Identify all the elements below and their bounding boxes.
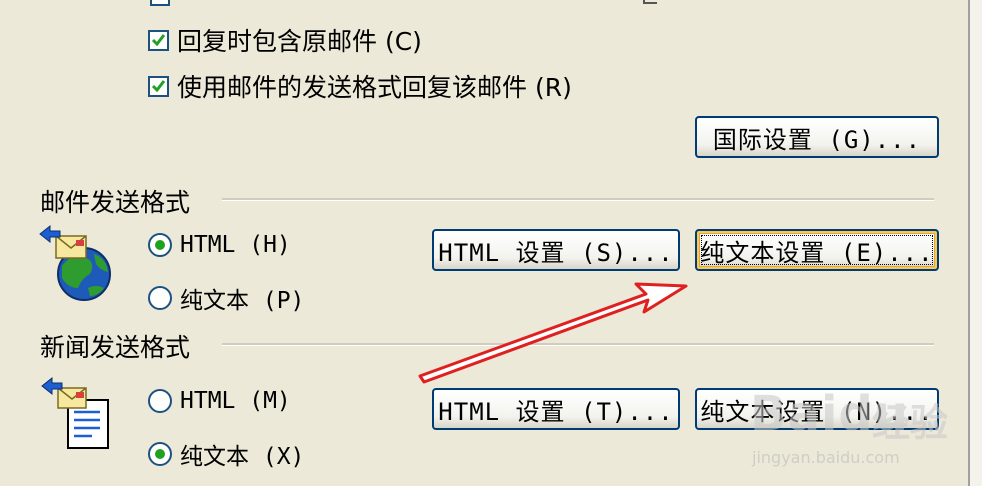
international-settings-label: 国际设置 (G)...: [712, 125, 922, 154]
mail-html-settings-label: HTML 设置 (S)...: [438, 238, 674, 267]
news-plaintext-settings-button[interactable]: 纯文本设置 (N)...: [695, 388, 939, 430]
include-original-label: 回复时包含原邮件 (C): [177, 27, 422, 56]
news-format-title: 新闻发送格式: [40, 333, 191, 362]
news-html-settings-button[interactable]: HTML 设置 (T)...: [432, 388, 680, 430]
news-plaintext-option[interactable]: 纯文本 (X): [148, 437, 304, 471]
clipped-control-edge: [643, 0, 657, 4]
news-html-radio[interactable]: [148, 389, 172, 413]
mail-format-title: 邮件发送格式: [40, 188, 191, 217]
mail-plaintext-settings-label: 纯文本设置 (E)...: [700, 238, 934, 267]
mail-html-settings-button[interactable]: HTML 设置 (S)...: [432, 229, 680, 271]
include-original-checkbox[interactable]: [148, 29, 169, 51]
mail-plaintext-radio[interactable]: [148, 286, 172, 310]
mail-format-divider: [222, 198, 934, 201]
reply-same-format-label: 使用邮件的发送格式回复该邮件 (R): [177, 73, 572, 102]
mail-plaintext-settings-button[interactable]: 纯文本设置 (E)...: [695, 229, 939, 271]
mail-plaintext-label: 纯文本 (P): [180, 288, 305, 314]
news-html-option[interactable]: HTML (M): [148, 388, 291, 414]
news-document-icon: [40, 374, 116, 454]
reply-same-format-option[interactable]: 使用邮件的发送格式回复该邮件 (R): [148, 68, 572, 104]
radio-selected-dot: [155, 449, 165, 459]
checkmark-icon: [151, 33, 166, 46]
news-html-label: HTML (M): [180, 388, 291, 414]
reply-same-format-checkbox[interactable]: [148, 75, 169, 97]
news-html-settings-label: HTML 设置 (T)...: [438, 397, 674, 426]
include-original-option[interactable]: 回复时包含原邮件 (C): [148, 22, 422, 58]
background-strip: [970, 0, 982, 486]
mail-html-option[interactable]: HTML (H): [148, 232, 291, 258]
radio-selected-dot: [155, 240, 165, 250]
mail-html-radio[interactable]: [148, 233, 172, 257]
international-settings-button[interactable]: 国际设置 (G)...: [695, 116, 939, 158]
checkmark-icon: [151, 79, 166, 92]
mail-plaintext-option[interactable]: 纯文本 (P): [148, 281, 304, 315]
news-plaintext-radio[interactable]: [148, 442, 172, 466]
news-format-divider: [222, 343, 934, 346]
mail-globe-icon: [38, 222, 118, 302]
clipped-checkbox[interactable]: [150, 0, 170, 6]
mail-html-label: HTML (H): [180, 232, 291, 258]
news-plaintext-label: 纯文本 (X): [180, 444, 305, 470]
news-plaintext-settings-label: 纯文本设置 (N)...: [700, 397, 934, 426]
